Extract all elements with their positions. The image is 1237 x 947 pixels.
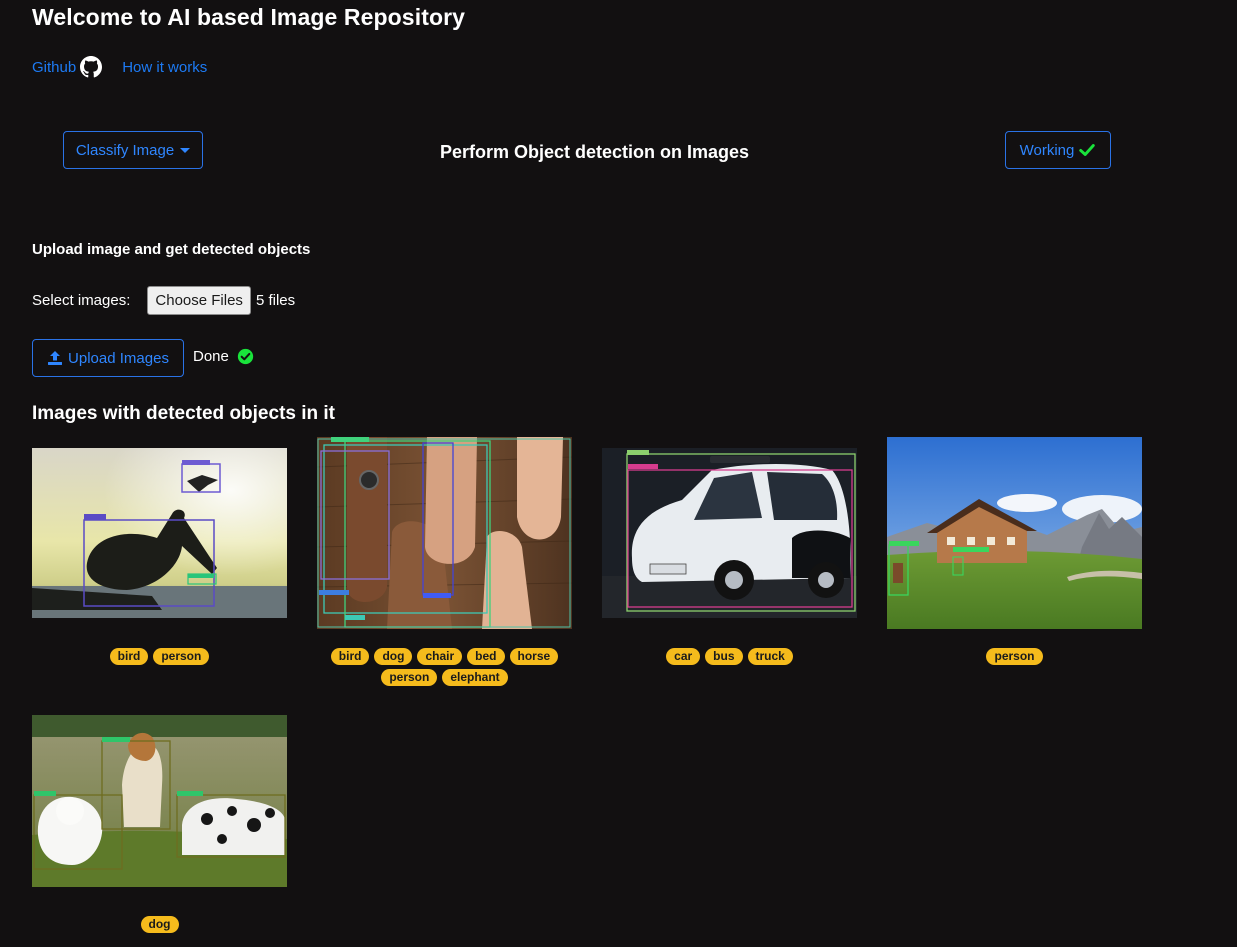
how-it-works-link[interactable]: How it works bbox=[122, 59, 207, 76]
tag-dog: dog bbox=[140, 916, 179, 933]
upload-heading: Upload image and get detected objects bbox=[32, 241, 311, 258]
upload-icon bbox=[48, 351, 63, 365]
upload-images-button[interactable]: Upload Images bbox=[32, 339, 184, 377]
file-select-row: Select images: Choose Files 5 files bbox=[32, 286, 295, 315]
tag-horse: horse bbox=[509, 648, 559, 665]
result-image-chalet[interactable] bbox=[887, 437, 1142, 629]
tag-dog: dog bbox=[374, 648, 413, 665]
tag-bed: bed bbox=[467, 648, 505, 665]
github-link[interactable]: Github bbox=[32, 59, 76, 76]
tag-bird: bird bbox=[109, 648, 149, 665]
working-label: Working bbox=[1019, 141, 1075, 159]
github-icon[interactable] bbox=[80, 56, 103, 78]
result-image-dogs[interactable] bbox=[32, 715, 287, 887]
tag-chair: chair bbox=[417, 648, 463, 665]
upload-status: Done bbox=[193, 348, 254, 365]
tag-person: person bbox=[381, 669, 438, 686]
tag-car: car bbox=[666, 648, 701, 665]
done-label: Done bbox=[193, 348, 229, 365]
select-images-label: Select images: bbox=[32, 292, 131, 309]
result-image-pelican[interactable] bbox=[32, 448, 287, 618]
file-count: 5 files bbox=[255, 292, 296, 309]
result-image-car[interactable] bbox=[602, 448, 857, 618]
tags-image-5: dog bbox=[32, 916, 287, 933]
upload-images-label: Upload Images bbox=[68, 349, 169, 367]
tag-truck: truck bbox=[747, 648, 793, 665]
tag-bird: bird bbox=[330, 648, 370, 665]
check-circle-icon bbox=[237, 348, 254, 365]
tags-image-2: bird dog chair bed horse person elephant bbox=[317, 648, 572, 686]
tag-person: person bbox=[986, 648, 1043, 665]
caret-down-icon bbox=[180, 148, 191, 153]
mode-title: Perform Object detection on Images bbox=[440, 142, 750, 162]
choose-files-button[interactable]: Choose Files bbox=[147, 286, 251, 315]
tag-person: person bbox=[153, 648, 210, 665]
tags-image-1: bird person bbox=[32, 648, 287, 665]
classify-image-label: Classify Image bbox=[75, 141, 175, 159]
classify-image-dropdown[interactable]: Classify Image bbox=[63, 131, 203, 169]
tag-bus: bus bbox=[705, 648, 743, 665]
page-title: Welcome to AI based Image Repository bbox=[32, 4, 466, 30]
tag-elephant: elephant bbox=[442, 669, 508, 686]
header-links: Github How it works bbox=[32, 56, 207, 78]
tags-image-4: person bbox=[887, 648, 1142, 665]
tags-image-3: car bus truck bbox=[602, 648, 857, 665]
working-status-button[interactable]: Working bbox=[1005, 131, 1111, 169]
check-icon bbox=[1079, 144, 1096, 156]
gallery-heading: Images with detected objects in it bbox=[32, 403, 336, 424]
result-image-hands[interactable] bbox=[317, 437, 572, 629]
